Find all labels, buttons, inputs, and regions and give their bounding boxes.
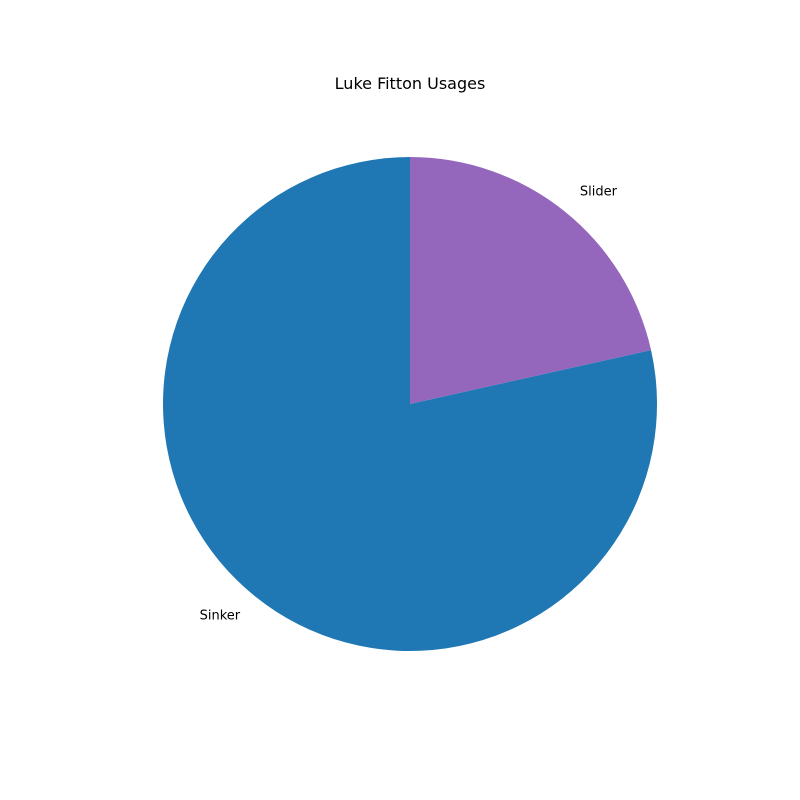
chart-figure: Luke Fitton Usages Slider Sinker bbox=[0, 0, 800, 800]
chart-title: Luke Fitton Usages bbox=[335, 74, 486, 93]
pie-chart: Luke Fitton Usages Slider Sinker bbox=[163, 74, 657, 651]
pie-label-sinker: Sinker bbox=[200, 609, 241, 624]
pie-label-slider: Slider bbox=[580, 184, 618, 199]
pie-slices bbox=[163, 157, 657, 651]
